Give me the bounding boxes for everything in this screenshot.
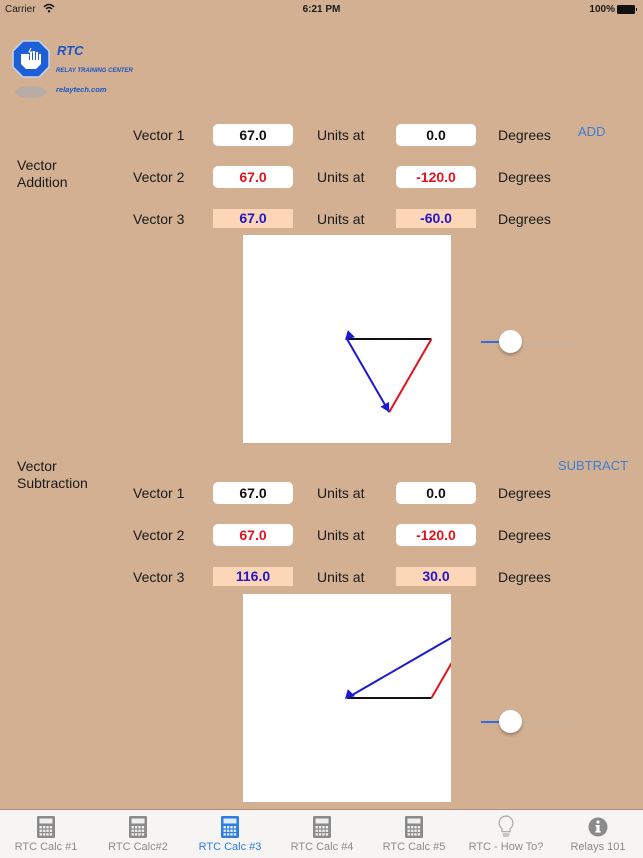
battery-percentage: 100% bbox=[589, 4, 615, 15]
tab-label: RTC Calc #1 bbox=[14, 841, 78, 853]
section-title-line: Subtraction bbox=[17, 475, 88, 491]
vector1-magnitude-input[interactable]: 67.0 bbox=[213, 124, 293, 146]
vector1-magnitude-input[interactable]: 67.0 bbox=[213, 482, 293, 504]
calculator-icon bbox=[36, 815, 56, 839]
section-title-line: Vector bbox=[17, 458, 57, 474]
tab-label: RTC Calc#2 bbox=[108, 841, 168, 853]
vector2-angle-input[interactable]: -120.0 bbox=[396, 524, 476, 546]
tab-label: Relays 101 bbox=[570, 841, 626, 853]
subtraction-phasor-svg bbox=[345, 636, 451, 699]
tab-rtc-calc-1[interactable]: RTC Calc #1 bbox=[0, 810, 92, 858]
vector-label: Vector 1 bbox=[133, 485, 185, 501]
logo-subtitle: RELAY TRAINING CENTER bbox=[56, 68, 133, 74]
addition-phasor-svg bbox=[345, 330, 433, 413]
subtract-button[interactable]: SUBTRACT bbox=[558, 458, 628, 473]
units-label: Units at bbox=[317, 211, 365, 227]
logo-url[interactable]: relaytech.com bbox=[56, 85, 106, 94]
vector3-line bbox=[346, 636, 451, 699]
vector3-angle-result: -60.0 bbox=[396, 209, 476, 228]
units-label: Units at bbox=[317, 569, 365, 585]
vector2-angle-input[interactable]: -120.0 bbox=[396, 166, 476, 188]
section-title-line: Addition bbox=[17, 174, 68, 190]
addition-section-title: Vector Addition bbox=[17, 157, 68, 191]
units-label: Units at bbox=[317, 169, 365, 185]
clock: 6:21 PM bbox=[302, 4, 341, 15]
vector-label: Vector 1 bbox=[133, 127, 185, 143]
rtc-logo-badge-icon bbox=[12, 40, 50, 78]
units-label: Units at bbox=[317, 527, 365, 543]
degrees-label: Degrees bbox=[498, 169, 551, 185]
rtc-logo-reflection bbox=[15, 86, 47, 98]
vector2-line bbox=[430, 662, 451, 699]
tab-rtc-calc-5[interactable]: RTC Calc #5 bbox=[368, 810, 460, 858]
vector-label: Vector 2 bbox=[133, 527, 185, 543]
status-bar: Carrier 6:21 PM 100% bbox=[0, 0, 643, 20]
subtraction-phasor-diagram bbox=[243, 594, 451, 802]
tab-rtc-calc-4[interactable]: RTC Calc #4 bbox=[276, 810, 368, 858]
tab-relays-101[interactable]: Relays 101 bbox=[552, 810, 643, 858]
subtraction-section-title: Vector Subtraction bbox=[17, 458, 88, 492]
degrees-label: Degrees bbox=[498, 569, 551, 585]
vector2-magnitude-input[interactable]: 67.0 bbox=[213, 524, 293, 546]
calculator-icon bbox=[404, 815, 424, 839]
vector3-line bbox=[346, 338, 391, 413]
section-title-line: Vector bbox=[17, 157, 57, 173]
units-label: Units at bbox=[317, 485, 365, 501]
logo-title: RTC bbox=[57, 43, 84, 58]
lightbulb-icon bbox=[496, 815, 516, 839]
degrees-label: Degrees bbox=[498, 211, 551, 227]
vector2-magnitude-input[interactable]: 67.0 bbox=[213, 166, 293, 188]
battery-icon bbox=[617, 5, 637, 14]
vector-label: Vector 3 bbox=[133, 211, 185, 227]
info-icon bbox=[588, 815, 608, 839]
tab-rtc-calc-2[interactable]: RTC Calc#2 bbox=[92, 810, 184, 858]
add-button[interactable]: ADD bbox=[578, 124, 605, 139]
calculator-icon bbox=[312, 815, 332, 839]
addition-phasor-diagram bbox=[243, 235, 451, 443]
vector3-angle-result: 30.0 bbox=[396, 567, 476, 586]
slider-thumb[interactable] bbox=[498, 330, 522, 353]
subtraction-zoom-slider[interactable] bbox=[481, 707, 581, 737]
vector2-line bbox=[388, 338, 433, 413]
degrees-label: Degrees bbox=[498, 485, 551, 501]
slider-max-track bbox=[521, 341, 575, 343]
vector-label: Vector 2 bbox=[133, 169, 185, 185]
tab-label: RTC Calc #5 bbox=[382, 841, 446, 853]
vector-label: Vector 3 bbox=[133, 569, 185, 585]
units-label: Units at bbox=[317, 127, 365, 143]
tab-rtc-how-to[interactable]: RTC - How To? bbox=[460, 810, 552, 858]
tab-label: RTC Calc #4 bbox=[290, 841, 354, 853]
tab-rtc-calc-3[interactable]: RTC Calc #3 bbox=[184, 810, 276, 858]
vector3-magnitude-result: 67.0 bbox=[213, 209, 293, 228]
vector3-magnitude-result: 116.0 bbox=[213, 567, 293, 586]
addition-zoom-slider[interactable] bbox=[481, 327, 581, 357]
vector1-angle-input[interactable]: 0.0 bbox=[396, 482, 476, 504]
degrees-label: Degrees bbox=[498, 127, 551, 143]
tab-label: RTC Calc #3 bbox=[198, 841, 262, 853]
vector1-angle-input[interactable]: 0.0 bbox=[396, 124, 476, 146]
tab-label: RTC - How To? bbox=[468, 841, 544, 853]
slider-max-track bbox=[521, 721, 575, 723]
tab-bar: RTC Calc #1 RTC Calc#2 RTC Calc #3 RTC Calc… bbox=[0, 809, 643, 858]
slider-thumb[interactable] bbox=[498, 710, 522, 733]
calculator-icon bbox=[220, 815, 240, 839]
degrees-label: Degrees bbox=[498, 527, 551, 543]
calculator-icon bbox=[128, 815, 148, 839]
